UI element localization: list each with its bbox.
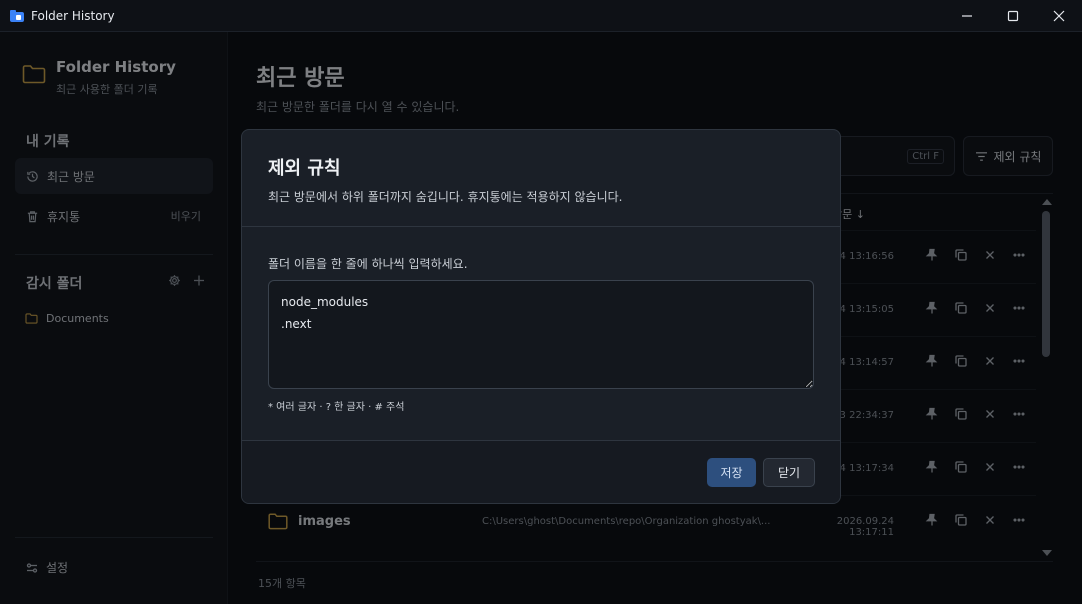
title-bar: Folder History <box>0 0 1082 32</box>
dialog-description: 최근 방문에서 하위 폴더까지 숨깁니다. 휴지통에는 적용하지 않습니다. <box>268 190 623 204</box>
window-title: Folder History <box>31 8 115 23</box>
minimize-icon <box>962 15 972 17</box>
save-button[interactable]: 저장 <box>707 458 756 487</box>
maximize-button[interactable] <box>990 0 1036 32</box>
dialog-divider <box>242 226 840 227</box>
app-folder-icon <box>10 9 24 22</box>
maximize-icon <box>1007 10 1019 22</box>
exclude-rules-dialog: 제외 규칙 최근 방문에서 하위 폴더까지 숨깁니다. 휴지통에는 적용하지 않… <box>241 129 841 504</box>
minimize-button[interactable] <box>944 0 990 32</box>
pattern-hint: * 여러 글자 · ? 한 글자 · # 주석 <box>268 402 405 413</box>
dialog-footer: 저장 닫기 <box>242 441 840 503</box>
close-icon <box>1053 10 1065 22</box>
close-button[interactable]: 닫기 <box>763 458 815 487</box>
exclude-rules-textarea[interactable] <box>268 280 814 389</box>
dialog-title: 제외 규칙 <box>268 158 341 179</box>
close-window-button[interactable] <box>1036 0 1082 32</box>
textarea-label: 폴더 이름을 한 줄에 하나씩 입력하세요. <box>268 257 468 271</box>
